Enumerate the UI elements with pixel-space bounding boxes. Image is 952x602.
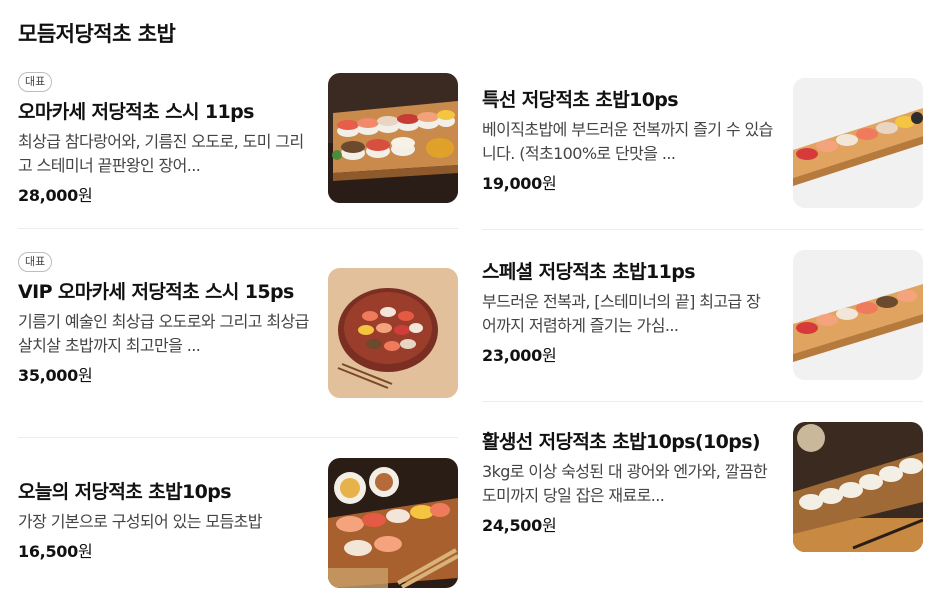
menu-item-price: 23,000원 <box>482 342 774 366</box>
menu-item-image[interactable] <box>793 78 923 208</box>
menu-item-price: 24,500원 <box>482 512 774 536</box>
sushi-platter-image <box>328 73 458 203</box>
sushi-spread-image <box>328 458 458 588</box>
menu-item-name: 오마카세 저당적초 스시 11ps <box>18 101 254 123</box>
divider <box>482 229 923 230</box>
price-unit: 원 <box>77 366 93 385</box>
menu-item-description: 부드러운 전복과, [스테미너의 끝] 최고급 장어까지 저렴하게 즐기는 가심… <box>482 292 761 335</box>
signature-badge: 대표 <box>18 72 53 92</box>
menu-item-card[interactable]: 특선 저당적초 초밥10ps 베이직초밥에 부드러운 전복까지 즐기 수 있습니… <box>482 78 923 208</box>
divider <box>482 401 923 402</box>
price-unit: 원 <box>77 186 93 205</box>
menu-item-name: 특선 저당적초 초밥10ps <box>482 89 679 111</box>
menu-item-name: 스페셜 저당적초 초밥11ps <box>482 261 696 283</box>
divider <box>18 437 458 438</box>
menu-item-price: 19,000원 <box>482 170 774 194</box>
menu-item-name: 활생선 저당적초 초밥10ps(10ps) <box>482 431 761 453</box>
menu-item-card[interactable]: 스페셜 저당적초 초밥11ps 부드러운 전복과, [스테미너의 끝] 최고급 … <box>482 250 923 380</box>
menu-item-name: VIP 오마카세 저당적초 스시 15ps <box>18 281 294 303</box>
menu-item-price: 28,000원 <box>18 182 310 206</box>
sushi-tray-image <box>793 78 923 208</box>
menu-item-description: 3kg로 이상 숙성된 대 광어와 엔가와, 깔끔한 도미까지 당일 잡은 재료… <box>482 462 768 505</box>
menu-item-card[interactable]: 오늘의 저당적초 초밥10ps 가장 기본으로 구성되어 있는 모듬초밥 16,… <box>18 458 458 588</box>
menu-item-image[interactable] <box>328 73 458 203</box>
menu-item-price: 35,000원 <box>18 362 310 386</box>
menu-item-card[interactable]: 대표 VIP 오마카세 저당적초 스시 15ps 기름기 예술인 최상급 오도로… <box>18 250 458 402</box>
price-value: 23,000 <box>482 346 542 365</box>
menu-item-description: 베이직초밥에 부드러운 전복까지 즐기 수 있습니다. (적초100%로 단맛을… <box>482 120 773 163</box>
price-value: 24,500 <box>482 516 542 535</box>
white-fish-sushi-image <box>793 422 923 552</box>
menu-item-description: 기름기 예술인 최상급 오도로와 그리고 최상급 살치살 초밥까지 최고만을 .… <box>18 312 309 355</box>
menu-item-card[interactable]: 활생선 저당적초 초밥10ps(10ps) 3kg로 이상 숙성된 대 광어와 … <box>482 422 923 552</box>
price-value: 28,000 <box>18 186 78 205</box>
menu-item-image[interactable] <box>328 268 458 398</box>
sushi-plate-image <box>328 268 458 398</box>
divider <box>18 228 458 229</box>
menu-item-price: 16,500원 <box>18 538 310 562</box>
price-value: 19,000 <box>482 174 542 193</box>
sushi-tray-image <box>793 250 923 380</box>
price-value: 35,000 <box>18 366 78 385</box>
price-unit: 원 <box>77 542 93 561</box>
price-value: 16,500 <box>18 542 78 561</box>
price-unit: 원 <box>541 174 557 193</box>
section-title: 모듬저당적초 초밥 <box>18 22 176 46</box>
signature-badge: 대표 <box>18 252 53 272</box>
price-unit: 원 <box>541 516 557 535</box>
menu-item-description: 가장 기본으로 구성되어 있는 모듬초밥 <box>18 512 262 531</box>
price-unit: 원 <box>541 346 557 365</box>
menu-item-image[interactable] <box>328 458 458 588</box>
menu-item-description: 최상급 참다랑어와, 기름진 오도로, 도미 그리고 스테미너 끝판왕인 장어.… <box>18 132 304 175</box>
menu-item-card[interactable]: 대표 오마카세 저당적초 스시 11ps 최상급 참다랑어와, 기름진 오도로,… <box>18 70 458 206</box>
menu-item-image[interactable] <box>793 250 923 380</box>
menu-item-image[interactable] <box>793 422 923 552</box>
menu-item-name: 오늘의 저당적초 초밥10ps <box>18 481 232 503</box>
